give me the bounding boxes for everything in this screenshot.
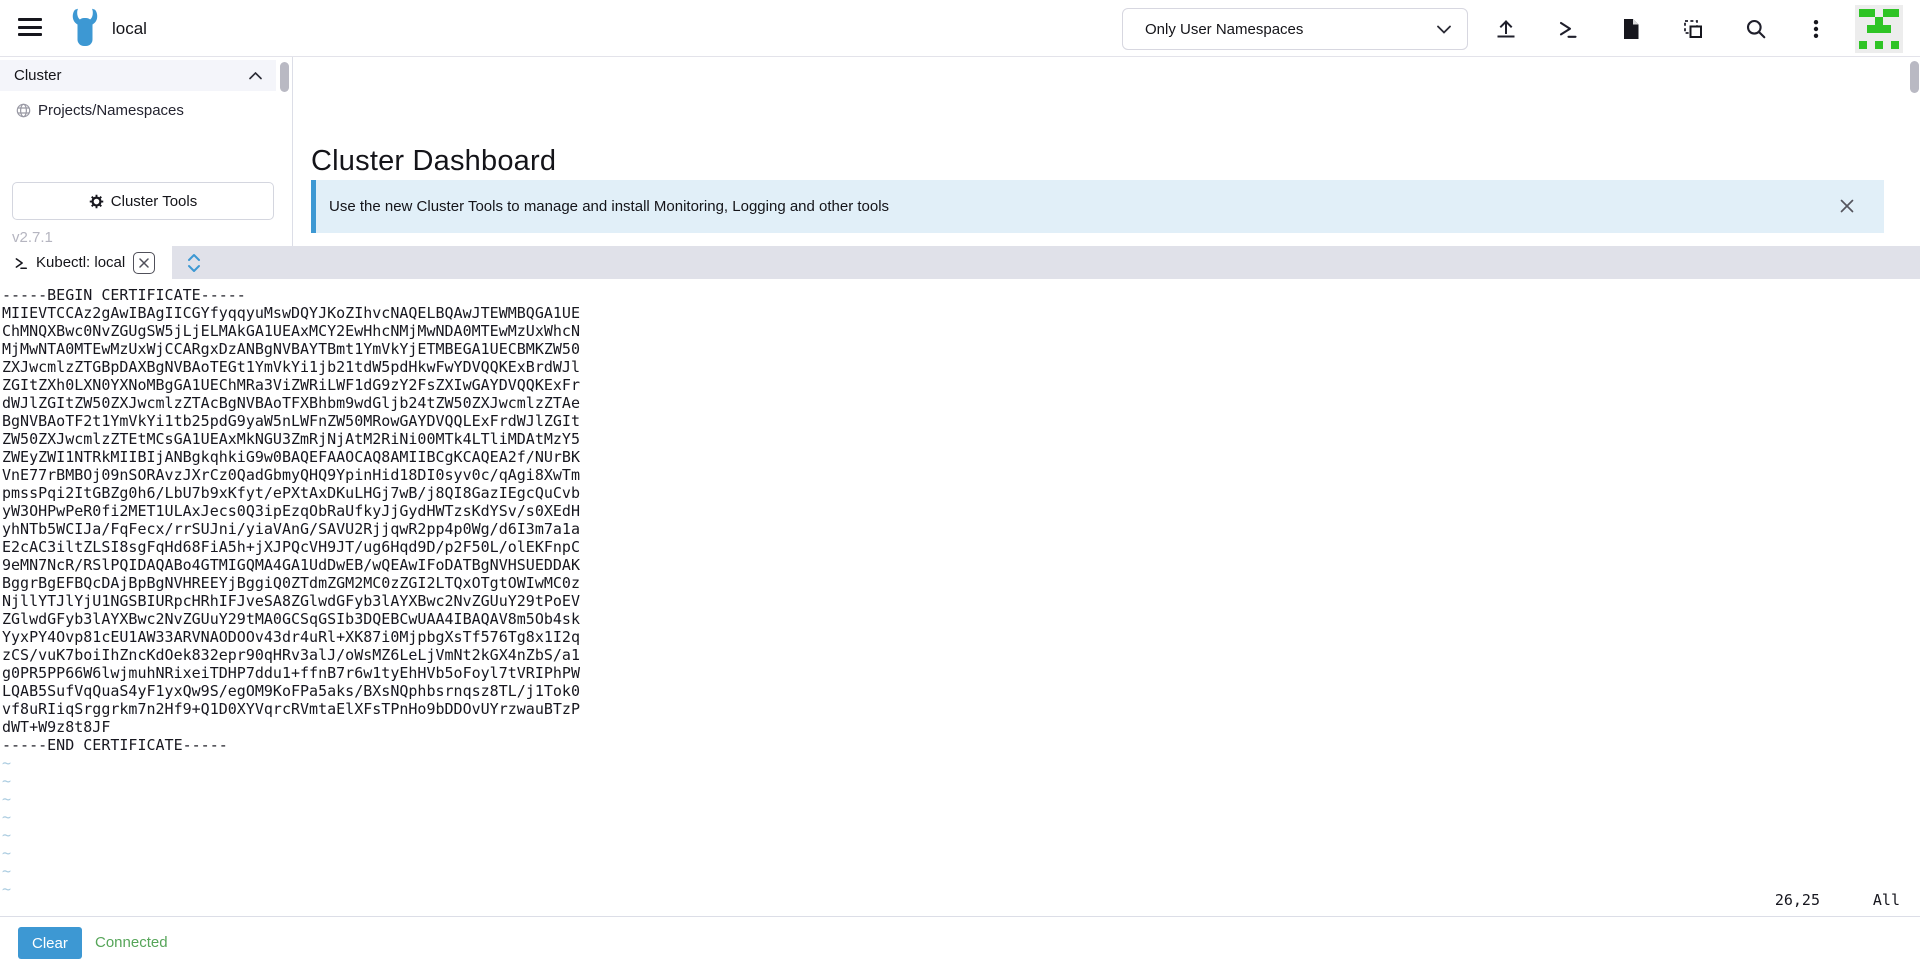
terminal-tab-kubectl-local[interactable]: Kubectl: local bbox=[0, 246, 172, 279]
namespace-filter-dropdown[interactable]: Only User Namespaces bbox=[1122, 8, 1468, 50]
certificate-text: -----BEGIN CERTIFICATE-----MIIEVTCCAz2gA… bbox=[2, 286, 1920, 754]
terminal-tabbar: Kubectl: local bbox=[0, 246, 1920, 279]
sidebar: Cluster Projects/Namespaces Cluster Tool… bbox=[0, 57, 293, 246]
upload-icon[interactable] bbox=[1493, 16, 1519, 42]
kubectl-terminal-panel: Kubectl: local -----BEGIN CERTIFICATE---… bbox=[0, 246, 1920, 917]
cluster-tools-banner: Use the new Cluster Tools to manage and … bbox=[311, 180, 1884, 233]
main-content: Cluster Dashboard Use the new Cluster To… bbox=[294, 57, 1920, 246]
version-label: v2.7.1 bbox=[12, 229, 53, 246]
clear-button[interactable]: Clear bbox=[18, 927, 82, 959]
vim-ruler-position: 26,25 bbox=[1775, 891, 1820, 909]
import-yaml-icon[interactable] bbox=[1680, 16, 1706, 42]
chevron-up-icon bbox=[249, 72, 262, 80]
cluster-tools-label: Cluster Tools bbox=[111, 193, 197, 210]
connection-status: Connected bbox=[95, 917, 168, 969]
kubectl-shell-icon[interactable] bbox=[1555, 16, 1581, 42]
gear-icon bbox=[89, 194, 104, 209]
sidebar-item-label: Projects/Namespaces bbox=[38, 102, 184, 119]
sidebar-section-cluster[interactable]: Cluster bbox=[0, 60, 276, 91]
sidebar-item-projects-namespaces[interactable]: Projects/Namespaces bbox=[0, 97, 276, 123]
banner-text: Use the new Cluster Tools to manage and … bbox=[329, 198, 889, 215]
sidebar-scrollbar[interactable] bbox=[280, 62, 289, 92]
banner-close-icon[interactable] bbox=[1838, 197, 1856, 215]
vim-ruler-scroll: All bbox=[1873, 891, 1900, 909]
terminal-output[interactable]: -----BEGIN CERTIFICATE-----MIIEVTCCAz2gA… bbox=[0, 279, 1920, 917]
top-header: local Only User Namespaces bbox=[0, 0, 1920, 57]
terminal-tab-close-icon[interactable] bbox=[133, 252, 155, 274]
search-icon[interactable] bbox=[1743, 16, 1769, 42]
user-avatar[interactable] bbox=[1855, 5, 1903, 53]
main-scrollbar[interactable] bbox=[1910, 61, 1919, 93]
terminal-tab-label: Kubectl: local bbox=[36, 254, 125, 271]
page-title: Cluster Dashboard bbox=[311, 145, 556, 178]
chevron-down-icon bbox=[1437, 25, 1451, 34]
hamburger-menu-icon[interactable] bbox=[18, 18, 42, 40]
namespace-filter-value: Only User Namespaces bbox=[1145, 21, 1437, 38]
rancher-cow-icon bbox=[68, 8, 102, 50]
globe-icon bbox=[16, 103, 31, 118]
terminal-prompt-icon bbox=[14, 256, 28, 270]
file-icon[interactable] bbox=[1618, 16, 1644, 42]
kebab-menu-icon[interactable] bbox=[1803, 16, 1829, 42]
expand-collapse-panel-icon[interactable] bbox=[186, 252, 206, 273]
vim-empty-lines: ~~~~~~~~ bbox=[2, 754, 1920, 898]
sidebar-section-label: Cluster bbox=[14, 67, 249, 84]
cluster-name: local bbox=[112, 0, 147, 57]
cluster-tools-button[interactable]: Cluster Tools bbox=[12, 182, 274, 220]
terminal-footer: Clear Connected bbox=[0, 917, 1920, 969]
